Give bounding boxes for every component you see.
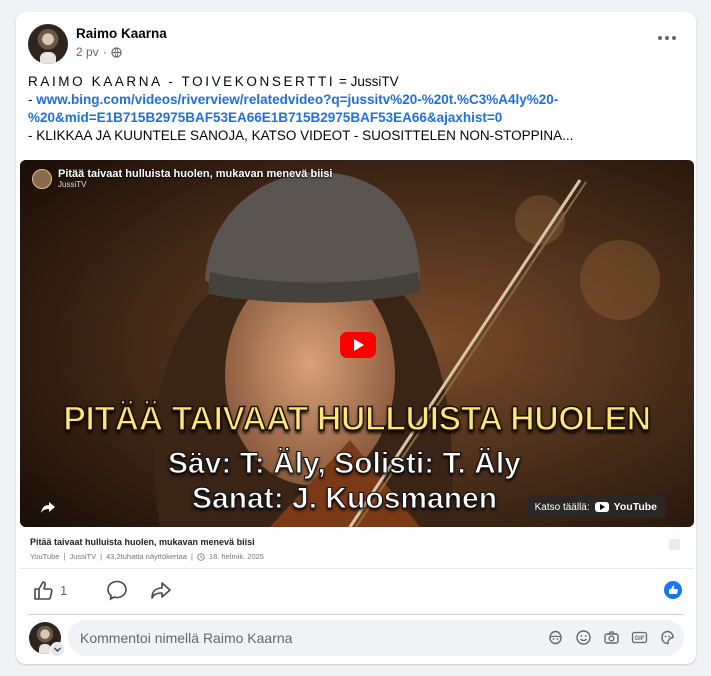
comment-placeholder: Kommentoi nimellä Raimo Kaarna	[80, 630, 293, 646]
post-link-line2: %20&mid=E1B715B2975BAF53EA66E1B715B2975B…	[28, 109, 688, 127]
share-icon[interactable]	[150, 579, 172, 601]
chevron-down-icon[interactable]	[50, 642, 65, 657]
caption-source: YouTube	[30, 552, 60, 561]
post-title-spaced: RAIMO KAARNA - TOIVEKONSERTTI	[28, 74, 336, 89]
globe-icon[interactable]	[111, 46, 122, 58]
video-title-text: Pitää taivaat hulluista huolen, mukavan …	[58, 168, 332, 189]
video-channel: JussiTV	[58, 180, 87, 189]
actions-divider	[28, 614, 684, 615]
post-card: Raimo Kaarna 2 pv · RAIMO KAARNA - TOIVE…	[16, 12, 696, 664]
youtube-brand: YouTube	[613, 501, 657, 513]
meta-separator: ·	[102, 45, 107, 59]
post-meta: 2 pv ·	[76, 45, 122, 59]
post-time[interactable]: 2 pv	[76, 45, 99, 59]
youtube-logo-icon	[594, 502, 609, 512]
sticker-icon[interactable]	[659, 629, 676, 646]
link-prefix: -	[28, 92, 37, 107]
emoji-icon[interactable]	[575, 629, 592, 646]
caption-divider	[20, 568, 694, 569]
avatar-sticker-icon[interactable]	[547, 629, 564, 646]
gif-icon[interactable]: GIF	[631, 629, 648, 646]
link-caption-meta: YouTube | JussiTV | 43,2tuhatta näyttöke…	[30, 552, 264, 561]
post-link-part1[interactable]: www.bing.com/videos/riverview/relatedvid…	[36, 92, 558, 107]
like-count[interactable]: 1	[60, 583, 67, 598]
author-avatar[interactable]	[28, 24, 68, 64]
camera-icon[interactable]	[603, 629, 620, 646]
post-link-line: - www.bing.com/videos/riverview/relatedv…	[28, 91, 688, 109]
video-thumbnail[interactable]: Pitää taivaat hulluista huolen, mukavan …	[20, 160, 694, 527]
watch-on-youtube-button[interactable]: Katso täällä: YouTube	[525, 496, 666, 518]
caption-sep: |	[190, 552, 193, 561]
thumbs-up-icon	[669, 585, 678, 594]
play-icon[interactable]	[340, 332, 376, 358]
post-actions: 1	[32, 579, 682, 603]
post-body-line: - KLIKKAA JA KUUNTELE SANOJA, KATSO VIDE…	[28, 128, 574, 143]
caption-views: 43,2tuhatta näyttökertaa	[106, 552, 187, 561]
caption-link-icon[interactable]	[669, 539, 680, 550]
channel-logo	[32, 169, 52, 189]
like-reaction-badge[interactable]	[664, 581, 682, 599]
post-text: RAIMO KAARNA - TOIVEKONSERTTI = JussiTV …	[28, 73, 688, 145]
caption-date: 18. helmik. 2025	[208, 552, 264, 561]
caption-sep: |	[100, 552, 103, 561]
caption-sep: |	[63, 552, 66, 561]
post-link-part2[interactable]: %20&mid=E1B715B2975BAF53EA66E1B715B2975B…	[28, 110, 502, 125]
link-caption-title[interactable]: Pitää taivaat hulluista huolen, mukavan …	[30, 537, 255, 547]
caption-channel: JussiTV	[69, 552, 97, 561]
author-name[interactable]: Raimo Kaarna	[76, 26, 167, 41]
video-top-title[interactable]: Pitää taivaat hulluista huolen, mukavan …	[58, 168, 332, 180]
post-title-line: RAIMO KAARNA - TOIVEKONSERTTI = JussiTV	[28, 73, 688, 91]
video-share-icon[interactable]	[40, 500, 56, 514]
watch-on-label: Katso täällä:	[534, 501, 590, 513]
post-title-suffix: = JussiTV	[335, 74, 399, 89]
clock-icon	[197, 552, 205, 561]
more-options-icon[interactable]	[658, 32, 678, 44]
comment-icon[interactable]	[106, 579, 128, 601]
overlay-composer: Säv: T: Äly, Solisti: T. Äly	[168, 447, 522, 481]
svg-text:GIF: GIF	[635, 636, 645, 642]
overlay-title: PITÄÄ TAIVAAT HULLUISTA HUOLEN	[62, 399, 652, 439]
video-title-bar: Pitää taivaat hulluista huolen, mukavan …	[32, 168, 332, 189]
overlay-lyrics: Sanat: J. Kuosmanen	[191, 482, 498, 516]
comment-input[interactable]: Kommentoi nimellä Raimo Kaarna GIF	[68, 620, 684, 656]
comment-toolbar: GIF	[547, 629, 676, 646]
like-icon[interactable]	[32, 579, 54, 601]
